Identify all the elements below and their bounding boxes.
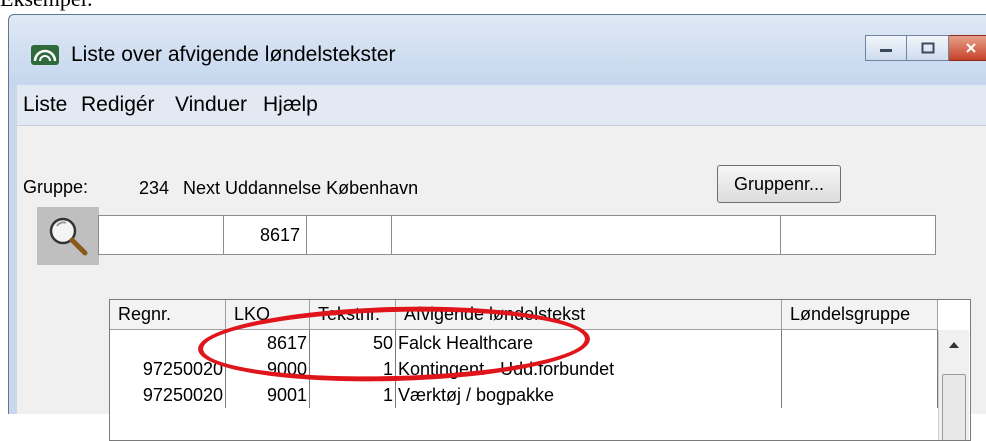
window-title: Liste over afvigende løndelstekster	[71, 43, 396, 66]
vertical-scrollbar[interactable]	[938, 330, 969, 440]
scrollbar-thumb[interactable]	[942, 374, 966, 440]
cell-text: Kontingent - Udd.forbundet	[396, 356, 782, 382]
app-logo-icon	[31, 45, 59, 65]
column-header-regnr[interactable]: Regnr.	[110, 300, 226, 330]
cell-lko: 9001	[226, 382, 310, 408]
group-label: Gruppe:	[23, 177, 89, 197]
cell-regnr: 97250020	[110, 382, 226, 408]
filter-lko-input[interactable]: 8617	[223, 215, 307, 255]
column-header-tekstnr[interactable]: Tekstnr.	[310, 300, 396, 330]
filter-tekstnr-input[interactable]	[306, 215, 392, 255]
scroll-up-arrow-icon[interactable]	[939, 330, 969, 360]
title-bar[interactable]: Liste over afvigende løndelstekster	[9, 15, 986, 85]
menu-hjaelp[interactable]: Hjælp	[263, 93, 318, 117]
search-button[interactable]	[37, 207, 99, 265]
cell-lko: 9000	[226, 356, 310, 382]
group-number: 234	[139, 178, 170, 198]
minimize-icon	[880, 49, 892, 52]
filter-row: 8617	[98, 215, 936, 255]
menu-bar: Liste Redigér Vinduer Hjælp	[17, 85, 986, 126]
cell-tekstnr: 1	[310, 356, 396, 382]
group-name: Next Uddannelse København	[183, 178, 419, 198]
cell-group	[782, 356, 938, 382]
column-header-lko[interactable]: LKO	[226, 300, 310, 330]
document-caption: Eksempel:	[0, 0, 93, 12]
filter-regnr-input[interactable]	[98, 215, 224, 255]
cell-text: Falck Healthcare	[396, 330, 782, 356]
cell-tekstnr: 1	[310, 382, 396, 408]
cell-tekstnr: 50	[310, 330, 396, 356]
maximize-icon	[921, 42, 934, 54]
client-area: Liste Redigér Vinduer Hjælp Gruppe: 234 …	[17, 85, 986, 441]
column-header-group[interactable]: Løndelsgruppe	[782, 300, 938, 330]
app-window: Liste over afvigende løndelstekster List…	[8, 14, 986, 441]
column-header-text[interactable]: Afvigende løndelstekst	[396, 300, 782, 330]
close-button[interactable]	[949, 35, 986, 61]
cell-regnr	[110, 330, 226, 356]
cell-group	[782, 330, 938, 356]
minimize-button[interactable]	[865, 35, 907, 61]
maximize-button[interactable]	[907, 35, 949, 61]
filter-text-input[interactable]	[391, 215, 781, 255]
cell-regnr: 97250020	[110, 356, 226, 382]
group-number-button[interactable]: Gruppenr...	[717, 165, 841, 203]
results-table: Regnr. LKO Tekstnr. Afvigende løndelstek…	[109, 299, 971, 441]
cell-lko: 8617	[226, 330, 310, 356]
menu-vinduer[interactable]: Vinduer	[175, 93, 247, 117]
magnifier-icon	[49, 217, 88, 256]
close-icon	[965, 43, 976, 53]
window-controls	[865, 35, 986, 61]
cell-text: Værktøj / bogpakke	[396, 382, 782, 408]
menu-rediger[interactable]: Redigér	[81, 93, 155, 117]
menu-liste[interactable]: Liste	[23, 93, 67, 117]
filter-group-input[interactable]	[780, 215, 936, 255]
cell-group	[782, 382, 938, 408]
